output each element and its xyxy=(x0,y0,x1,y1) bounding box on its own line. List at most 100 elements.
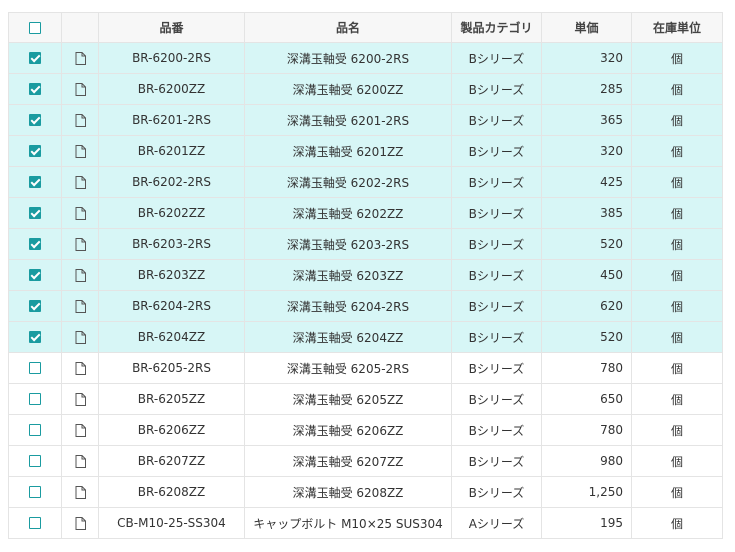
row-document-cell[interactable] xyxy=(62,260,99,290)
cell-code: BR-6201ZZ xyxy=(99,136,245,166)
row-checkbox[interactable] xyxy=(29,393,41,405)
document-icon[interactable] xyxy=(75,268,86,282)
table-row[interactable]: BR-6201-2RS 深溝玉軸受 6201-2RS Bシリーズ 365 個 xyxy=(9,105,723,136)
row-checkbox-cell[interactable] xyxy=(9,229,62,259)
table-row[interactable]: BR-6203ZZ 深溝玉軸受 6203ZZ Bシリーズ 450 個 xyxy=(9,260,723,291)
row-checkbox-cell[interactable] xyxy=(9,384,62,414)
cell-category: Bシリーズ xyxy=(452,43,542,73)
cell-name: 深溝玉軸受 6207ZZ xyxy=(245,446,452,476)
row-checkbox-cell[interactable] xyxy=(9,446,62,476)
header-code[interactable]: 品番 xyxy=(99,13,245,42)
table-row[interactable]: BR-6201ZZ 深溝玉軸受 6201ZZ Bシリーズ 320 個 xyxy=(9,136,723,167)
document-icon[interactable] xyxy=(75,175,86,189)
table-row[interactable]: BR-6204-2RS 深溝玉軸受 6204-2RS Bシリーズ 620 個 xyxy=(9,291,723,322)
row-checkbox[interactable] xyxy=(29,145,41,157)
table-row[interactable]: BR-6200ZZ 深溝玉軸受 6200ZZ Bシリーズ 285 個 xyxy=(9,74,723,105)
cell-name: 深溝玉軸受 6205ZZ xyxy=(245,384,452,414)
document-icon[interactable] xyxy=(75,361,86,375)
row-checkbox[interactable] xyxy=(29,207,41,219)
cell-unit: 個 xyxy=(632,198,723,228)
document-icon[interactable] xyxy=(75,454,86,468)
row-checkbox-cell[interactable] xyxy=(9,322,62,352)
row-checkbox[interactable] xyxy=(29,517,41,529)
row-document-cell[interactable] xyxy=(62,74,99,104)
row-checkbox[interactable] xyxy=(29,176,41,188)
row-checkbox[interactable] xyxy=(29,83,41,95)
row-checkbox[interactable] xyxy=(29,238,41,250)
row-checkbox[interactable] xyxy=(29,52,41,64)
row-checkbox-cell[interactable] xyxy=(9,43,62,73)
row-document-cell[interactable] xyxy=(62,415,99,445)
cell-category: Bシリーズ xyxy=(452,167,542,197)
document-icon[interactable] xyxy=(75,299,86,313)
table-row[interactable]: BR-6206ZZ 深溝玉軸受 6206ZZ Bシリーズ 780 個 xyxy=(9,415,723,446)
row-document-cell[interactable] xyxy=(62,229,99,259)
table-row[interactable]: CB-M10-25-SS304 キャップボルト M10×25 SUS304 Aシ… xyxy=(9,508,723,539)
cell-category: Bシリーズ xyxy=(452,229,542,259)
header-select-all-cell[interactable] xyxy=(9,13,62,42)
cell-name: 深溝玉軸受 6200-2RS xyxy=(245,43,452,73)
row-checkbox[interactable] xyxy=(29,455,41,467)
row-document-cell[interactable] xyxy=(62,198,99,228)
row-checkbox[interactable] xyxy=(29,486,41,498)
row-checkbox-cell[interactable] xyxy=(9,105,62,135)
table-row[interactable]: BR-6205ZZ 深溝玉軸受 6205ZZ Bシリーズ 650 個 xyxy=(9,384,723,415)
row-checkbox-cell[interactable] xyxy=(9,353,62,383)
document-icon[interactable] xyxy=(75,485,86,499)
document-icon[interactable] xyxy=(75,330,86,344)
row-checkbox-cell[interactable] xyxy=(9,477,62,507)
document-icon[interactable] xyxy=(75,82,86,96)
table-row[interactable]: BR-6205-2RS 深溝玉軸受 6205-2RS Bシリーズ 780 個 xyxy=(9,353,723,384)
row-checkbox-cell[interactable] xyxy=(9,167,62,197)
row-document-cell[interactable] xyxy=(62,136,99,166)
row-document-cell[interactable] xyxy=(62,353,99,383)
row-checkbox-cell[interactable] xyxy=(9,260,62,290)
cell-price: 320 xyxy=(542,136,632,166)
row-checkbox[interactable] xyxy=(29,424,41,436)
document-icon[interactable] xyxy=(75,392,86,406)
row-checkbox[interactable] xyxy=(29,114,41,126)
cell-unit: 個 xyxy=(632,74,723,104)
row-document-cell[interactable] xyxy=(62,167,99,197)
cell-name: 深溝玉軸受 6200ZZ xyxy=(245,74,452,104)
row-document-cell[interactable] xyxy=(62,446,99,476)
header-name[interactable]: 品名 xyxy=(245,13,452,42)
header-category[interactable]: 製品カテゴリ xyxy=(452,13,542,42)
document-icon[interactable] xyxy=(75,237,86,251)
table-row[interactable]: BR-6204ZZ 深溝玉軸受 6204ZZ Bシリーズ 520 個 xyxy=(9,322,723,353)
row-document-cell[interactable] xyxy=(62,43,99,73)
row-checkbox[interactable] xyxy=(29,300,41,312)
row-document-cell[interactable] xyxy=(62,291,99,321)
row-document-cell[interactable] xyxy=(62,477,99,507)
cell-price: 980 xyxy=(542,446,632,476)
row-document-cell[interactable] xyxy=(62,508,99,538)
row-checkbox-cell[interactable] xyxy=(9,508,62,538)
row-checkbox[interactable] xyxy=(29,331,41,343)
row-document-cell[interactable] xyxy=(62,105,99,135)
table-row[interactable]: BR-6200-2RS 深溝玉軸受 6200-2RS Bシリーズ 320 個 xyxy=(9,43,723,74)
row-checkbox-cell[interactable] xyxy=(9,74,62,104)
row-checkbox-cell[interactable] xyxy=(9,136,62,166)
table-row[interactable]: BR-6208ZZ 深溝玉軸受 6208ZZ Bシリーズ 1,250 個 xyxy=(9,477,723,508)
row-checkbox[interactable] xyxy=(29,269,41,281)
document-icon[interactable] xyxy=(75,516,86,530)
document-icon[interactable] xyxy=(75,113,86,127)
row-checkbox-cell[interactable] xyxy=(9,291,62,321)
header-price[interactable]: 単価 xyxy=(542,13,632,42)
table-row[interactable]: BR-6203-2RS 深溝玉軸受 6203-2RS Bシリーズ 520 個 xyxy=(9,229,723,260)
row-checkbox-cell[interactable] xyxy=(9,198,62,228)
table-row[interactable]: BR-6202-2RS 深溝玉軸受 6202-2RS Bシリーズ 425 個 xyxy=(9,167,723,198)
document-icon[interactable] xyxy=(75,144,86,158)
document-icon[interactable] xyxy=(75,206,86,220)
table-row[interactable]: BR-6207ZZ 深溝玉軸受 6207ZZ Bシリーズ 980 個 xyxy=(9,446,723,477)
row-checkbox-cell[interactable] xyxy=(9,415,62,445)
row-checkbox[interactable] xyxy=(29,362,41,374)
table-row[interactable]: BR-6202ZZ 深溝玉軸受 6202ZZ Bシリーズ 385 個 xyxy=(9,198,723,229)
row-document-cell[interactable] xyxy=(62,384,99,414)
cell-unit: 個 xyxy=(632,353,723,383)
header-unit[interactable]: 在庫単位 xyxy=(632,13,723,42)
document-icon[interactable] xyxy=(75,51,86,65)
row-document-cell[interactable] xyxy=(62,322,99,352)
select-all-checkbox[interactable] xyxy=(29,21,41,34)
document-icon[interactable] xyxy=(75,423,86,437)
